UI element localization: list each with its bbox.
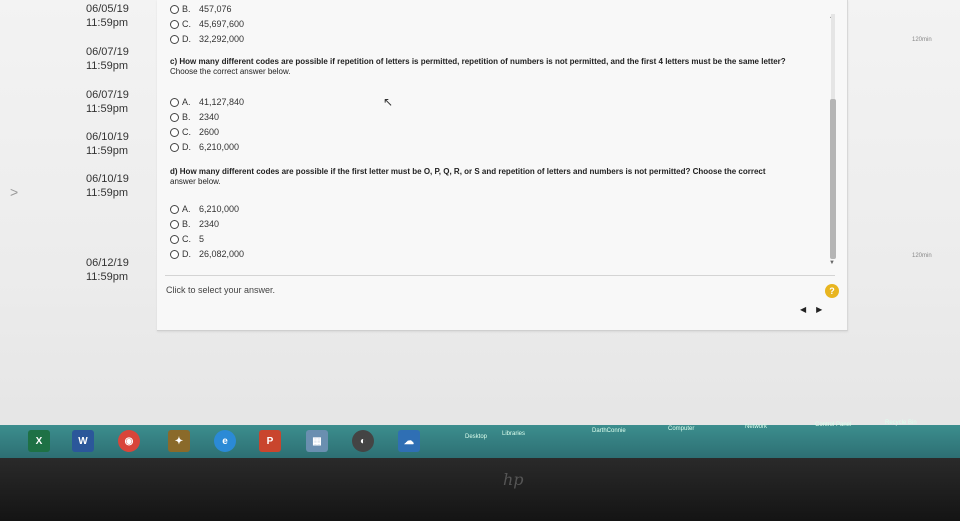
taskbar: X W ◉ ✦ e P ▦ ◐ ☁ Desktop Libraries Dart… [0,420,960,458]
due-date: 06/07/19 [86,46,129,58]
due-date: 06/10/19 [86,131,129,143]
answer-option[interactable]: C. 2600 [170,127,219,137]
due-time: 11:59pm [86,103,128,115]
radio-button[interactable] [170,112,179,122]
due-date: 06/05/19 [86,3,129,15]
radio-button[interactable] [170,219,179,229]
powerpoint-icon[interactable]: P [259,430,281,452]
due-time: 11:59pm [86,60,128,72]
chrome-icon[interactable]: ◉ [118,430,140,452]
question-subtext: Choose the correct answer below. [170,67,291,76]
answer-option[interactable]: B. 2340 [170,112,219,122]
answer-option[interactable]: D. 32,292,000 [170,34,244,44]
scroll-down-icon[interactable]: ▼ [829,260,835,266]
date-entry: 06/10/19 11:59pm [86,172,129,200]
answer-option[interactable]: C. 45,697,600 [170,19,244,29]
next-arrow-icon[interactable]: ▶ [816,305,822,314]
date-entry: 06/12/19 11:59pm [86,256,129,284]
due-time: 11:59pm [86,17,128,29]
mouse-cursor-icon: ↖ [383,95,394,109]
date-entry: 06/07/19 11:59pm [86,45,129,73]
screen: 06/05/19 11:59pm 06/07/19 11:59pm 06/07/… [0,0,960,458]
due-date-column: 06/05/19 11:59pm 06/07/19 11:59pm 06/07/… [0,0,150,300]
radio-button[interactable] [170,19,179,29]
hp-logo: hp [503,470,524,489]
due-time: 11:59pm [86,145,128,157]
question-subtext: answer below. [170,177,221,186]
answer-option[interactable]: A. 41,127,840 [170,97,244,107]
answer-option[interactable]: D. 6,210,000 [170,142,239,152]
internet-explorer-icon[interactable]: e [214,430,236,452]
radio-button[interactable] [170,127,179,137]
due-date: 06/10/19 [86,173,129,185]
answer-option[interactable]: A. 6,210,000 [170,204,239,214]
date-entry: 06/05/19 11:59pm [86,2,129,30]
radio-button[interactable] [170,249,179,259]
app-icon[interactable]: ✦ [168,430,190,452]
monitor-bezel [0,458,960,521]
recycle-bin-label[interactable]: Recycle Bin [885,420,917,426]
desktop-label[interactable]: Desktop [465,434,487,440]
radio-button[interactable] [170,34,179,44]
radio-button[interactable] [170,4,179,14]
radio-button[interactable] [170,234,179,244]
time-limit-tag: 120min [912,37,932,43]
libraries-label[interactable]: Libraries [502,431,525,437]
network-label[interactable]: Network [745,424,767,430]
darthconnie-label[interactable]: DarthConnie [592,428,626,434]
question-nav: ◀ ▶ [800,305,822,314]
question-d: d) How many different codes are possible… [170,167,766,187]
control-icon[interactable]: ▦ [306,430,328,452]
excel-icon[interactable]: X [28,430,50,452]
word-icon[interactable]: W [72,430,94,452]
question-text: c) How many different codes are possible… [170,57,786,66]
due-date: 06/07/19 [86,89,129,101]
answer-option[interactable]: B. 2340 [170,219,219,229]
help-button[interactable]: ? [825,284,839,298]
expand-arrow-icon[interactable]: > [10,184,18,200]
question-c: c) How many different codes are possible… [170,57,786,77]
due-time: 11:59pm [86,271,128,283]
answer-prompt: Click to select your answer. [166,285,276,295]
cloud-icon[interactable]: ☁ [398,430,420,452]
divider [165,275,835,276]
computer-label[interactable]: Computer [668,426,694,432]
scroll-thumb[interactable] [830,99,836,259]
radio-button[interactable] [170,142,179,152]
question-panel: B. 457,076 C. 45,697,600 D. 32,292,000 c… [157,0,848,331]
radio-button[interactable] [170,204,179,214]
radio-button[interactable] [170,97,179,107]
vertical-scrollbar[interactable]: ▲ ▼ [827,4,839,266]
date-entry: 06/07/19 11:59pm [86,88,129,116]
due-time: 11:59pm [86,187,128,199]
previous-arrow-icon[interactable]: ◀ [800,305,806,314]
media-player-icon[interactable]: ◐ [352,430,374,452]
answer-option[interactable]: C. 5 [170,234,204,244]
date-entry: 06/10/19 11:59pm [86,130,129,158]
control-panel-label[interactable]: Control Panel [815,422,851,428]
due-date: 06/12/19 [86,257,129,269]
time-limit-tag: 120min [912,253,932,259]
question-text: d) How many different codes are possible… [170,167,766,176]
answer-option[interactable]: B. 457,076 [170,4,232,14]
answer-option[interactable]: D. 26,082,000 [170,249,244,259]
